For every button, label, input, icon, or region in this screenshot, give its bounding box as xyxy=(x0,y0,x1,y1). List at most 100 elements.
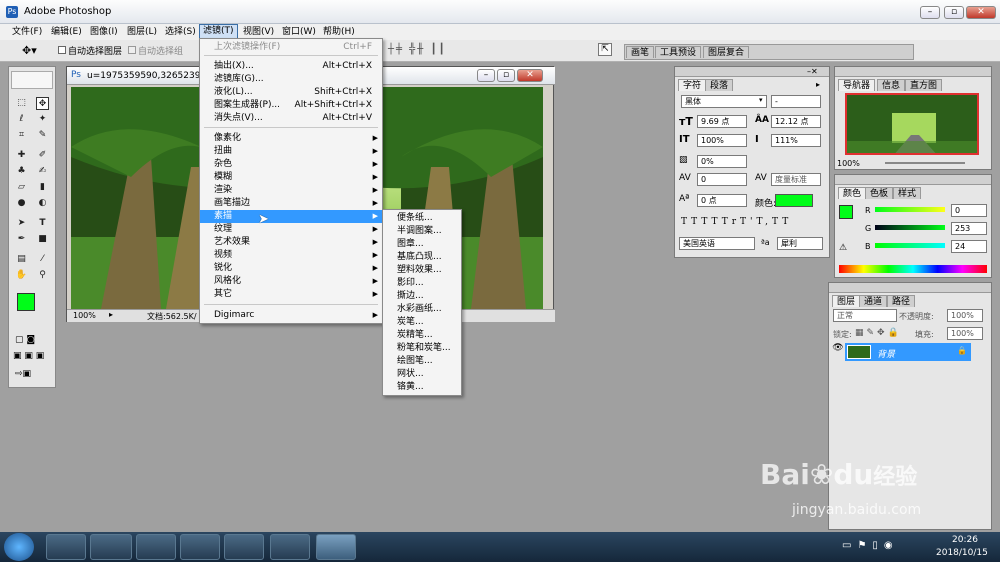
marquee-tool-icon[interactable]: ⬚ xyxy=(15,97,28,110)
font-family-select[interactable]: 黑体 xyxy=(681,95,767,108)
menu-item-vanishing-point[interactable]: 消失点(V)... Alt+Ctrl+V xyxy=(200,112,382,125)
opacity-field[interactable]: 100% xyxy=(947,309,983,322)
submenu-item[interactable]: 撕边... xyxy=(383,290,461,303)
menu-item-stylize[interactable]: 风格化 ▶ xyxy=(200,275,382,288)
close-button[interactable]: ✕ xyxy=(966,6,996,19)
palette-well-icon[interactable]: ⇱ xyxy=(598,43,612,56)
channel-r-field[interactable]: 0 xyxy=(951,204,987,217)
font-style-select[interactable]: - xyxy=(771,95,821,108)
menu-item-render[interactable]: 渲染 ▶ xyxy=(200,184,382,197)
menu-item-noise[interactable]: 杂色 ▶ xyxy=(200,158,382,171)
menu-item-blur[interactable]: 模糊 ▶ xyxy=(200,171,382,184)
minimize-button[interactable]: – xyxy=(920,6,940,19)
path-select-icon[interactable]: ➤ xyxy=(15,217,28,230)
tab-character[interactable]: 字符 xyxy=(678,79,707,91)
underline-button[interactable]: T xyxy=(772,217,782,227)
channel-g-slider[interactable] xyxy=(875,225,945,230)
tab-tool-presets[interactable]: 工具预设 xyxy=(655,46,702,58)
layer-row[interactable]: 背景 🔒 xyxy=(845,343,971,361)
menu-item-video[interactable]: 视频 ▶ xyxy=(200,249,382,262)
type-tool-icon[interactable]: T xyxy=(36,217,49,230)
auto-select-layer-checkbox[interactable] xyxy=(58,46,66,54)
taskbar-iqiyi-icon[interactable] xyxy=(224,534,264,560)
submenu-item[interactable]: 影印... xyxy=(383,277,461,290)
hand-tool-icon[interactable]: ✋ xyxy=(15,269,28,282)
submenu-item[interactable]: 半调图案... xyxy=(383,225,461,238)
tab-info[interactable]: 信息 xyxy=(877,79,906,91)
tray-icons[interactable]: ▭⚑▯◉ xyxy=(842,540,899,551)
language-select[interactable]: 美国英语 xyxy=(679,237,755,250)
small-caps-button[interactable]: Tr xyxy=(722,217,740,227)
magic-wand-tool-icon[interactable]: ✦ xyxy=(36,113,49,126)
menu-item-texture[interactable]: 纹理 ▶ xyxy=(200,223,382,236)
doc-close-button[interactable]: ✕ xyxy=(517,69,543,82)
menu-item-artistic[interactable]: 艺术效果 ▶ xyxy=(200,236,382,249)
doc-minimize-button[interactable]: – xyxy=(477,69,495,82)
superscript-button[interactable]: T' xyxy=(740,217,756,227)
navigator-thumbnail[interactable] xyxy=(845,93,979,155)
submenu-item[interactable]: 塑料效果... xyxy=(383,264,461,277)
menu-item-sharpen[interactable]: 锐化 ▶ xyxy=(200,262,382,275)
jump-to-imageready-icon[interactable]: ⇨▣ xyxy=(15,369,51,381)
menu-item-filter-gallery[interactable]: 滤镜库(G)... xyxy=(200,73,382,86)
menu-filter[interactable]: 滤镜(T) xyxy=(199,24,238,39)
menu-item-pattern-maker[interactable]: 图案生成器(P)... Alt+Shift+Ctrl+X xyxy=(200,99,382,112)
tab-histogram[interactable]: 直方图 xyxy=(905,79,943,91)
horizontal-scale-field[interactable]: 111% xyxy=(771,134,821,147)
submenu-item[interactable]: 水彩画纸... xyxy=(383,303,461,316)
history-brush-icon[interactable]: ✍ xyxy=(36,165,49,178)
doc-zoom-value[interactable]: 100% xyxy=(73,311,96,320)
tab-color[interactable]: 颜色 xyxy=(838,187,867,199)
menu-layer[interactable]: 图层(L) xyxy=(124,24,160,40)
font-size-field[interactable]: 9.69 点 xyxy=(697,115,747,128)
panel-menu-icon[interactable]: ▸ xyxy=(816,80,820,89)
menu-file[interactable]: 文件(F) xyxy=(9,24,45,40)
kerning-mode-select[interactable]: 度量标准 xyxy=(771,173,821,186)
clone-stamp-icon[interactable]: ♣ xyxy=(15,165,28,178)
menu-item-distort[interactable]: 扭曲 ▶ xyxy=(200,145,382,158)
taskbar-explorer-icon[interactable] xyxy=(90,534,132,560)
move-tool-icon-selected[interactable]: ✥ xyxy=(36,97,49,110)
doc-maximize-button[interactable]: ▫ xyxy=(497,69,515,82)
channel-b-slider[interactable] xyxy=(875,243,945,248)
foreground-color-swatch[interactable] xyxy=(17,293,35,311)
zoom-tool-icon[interactable]: ⚲ xyxy=(36,269,49,282)
channel-g-field[interactable]: 253 xyxy=(951,222,987,235)
maximize-button[interactable]: ▫ xyxy=(944,6,964,19)
auto-select-group-checkbox[interactable] xyxy=(128,46,136,54)
menu-item-liquify[interactable]: 液化(L)... Shift+Ctrl+X xyxy=(200,86,382,99)
shape-tool-icon[interactable]: ■ xyxy=(36,233,49,246)
tab-paths[interactable]: 路径 xyxy=(887,295,916,307)
tab-layers[interactable]: 图层 xyxy=(832,295,861,307)
visibility-eye-icon[interactable]: 👁 xyxy=(831,343,845,357)
color-ramp[interactable] xyxy=(839,265,987,273)
navigator-zoom-slider[interactable] xyxy=(885,162,965,164)
vertical-scale-field[interactable]: 100% xyxy=(697,134,747,147)
channel-b-field[interactable]: 24 xyxy=(951,240,987,253)
submenu-item[interactable]: 便条纸... xyxy=(383,212,461,225)
taskbar-360-icon[interactable] xyxy=(46,534,86,560)
text-color-swatch[interactable] xyxy=(775,194,813,207)
submenu-item[interactable]: 网状... xyxy=(383,368,461,381)
status-menu-icon[interactable]: ▸ xyxy=(109,310,113,319)
tab-swatches[interactable]: 色板 xyxy=(865,187,894,199)
blur-tool-icon[interactable]: ● xyxy=(15,197,28,210)
menu-item-extract[interactable]: 抽出(X)... Alt+Ctrl+X xyxy=(200,60,382,73)
submenu-item[interactable]: 铬黄... xyxy=(383,381,461,394)
submenu-item[interactable]: 炭精笔... xyxy=(383,329,461,342)
menu-image[interactable]: 图像(I) xyxy=(87,24,121,40)
notes-tool-icon[interactable]: ▤ xyxy=(15,253,28,266)
menu-item-brush-strokes[interactable]: 画笔描边 ▶ xyxy=(200,197,382,210)
blend-mode-select[interactable]: 正常 xyxy=(833,309,897,322)
subscript-button[interactable]: T, xyxy=(756,217,772,227)
panel-close-icon[interactable]: –✕ xyxy=(807,67,818,76)
align-icons[interactable]: ┼╪ ╬╫ ┃┃ xyxy=(388,44,446,55)
leading-field[interactable]: 12.12 点 xyxy=(771,115,821,128)
dodge-tool-icon[interactable]: ◐ xyxy=(36,197,49,210)
menu-item-sketch[interactable]: 素描 ▶ xyxy=(200,210,382,223)
lock-icons[interactable]: ▦✎✥🔒 xyxy=(855,328,902,338)
menu-edit[interactable]: 编辑(E) xyxy=(48,24,85,40)
type-style-buttons[interactable]: TTTTTrT'T,TT xyxy=(681,217,825,229)
tab-channels[interactable]: 通道 xyxy=(859,295,888,307)
move-tool-icon[interactable]: ✥▾ xyxy=(22,44,37,57)
